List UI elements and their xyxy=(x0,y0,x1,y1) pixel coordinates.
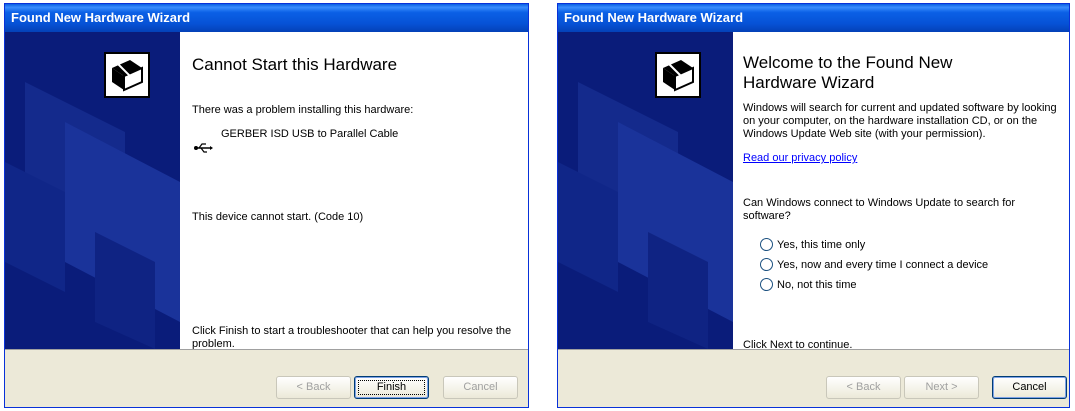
wizard-window-cannot-start: Found New Hardware Wizard Cannot Start t… xyxy=(4,3,529,408)
privacy-policy-link[interactable]: Read our privacy policy xyxy=(743,152,857,165)
radio-option-this-time[interactable]: Yes, this time only xyxy=(760,238,865,251)
cancel-button[interactable]: Cancel xyxy=(443,376,518,399)
button-bar: < Back Next > Cancel xyxy=(558,350,1069,407)
back-button[interactable]: < Back xyxy=(826,376,901,399)
radio-circle[interactable] xyxy=(760,258,773,271)
next-button[interactable]: Next > xyxy=(904,376,979,399)
banner-graphic xyxy=(558,32,733,349)
status-text: This device cannot start. (Code 10) xyxy=(192,211,364,223)
wizard-content: Welcome to the Found New Hardware Wizard… xyxy=(733,32,1069,351)
problem-text: There was a problem installing this hard… xyxy=(192,104,414,116)
page-heading-line1: Welcome to the Found New xyxy=(743,53,953,72)
wizard-content: Cannot Start this Hardware There was a p… xyxy=(180,32,528,350)
radio-label: No, not this time xyxy=(777,278,857,291)
title-bar[interactable]: Found New Hardware Wizard xyxy=(558,4,1069,32)
radio-circle[interactable] xyxy=(760,278,773,291)
page-heading-line2: Hardware Wizard xyxy=(743,73,875,92)
intro-text: Windows will search for current and upda… xyxy=(743,102,1057,140)
hardware-wizard-icon xyxy=(104,52,150,98)
button-bar: < Back Finish Cancel xyxy=(5,350,528,407)
wizard-side-banner xyxy=(558,32,733,349)
instruction-text: Click Finish to start a troubleshooter t… xyxy=(192,325,512,350)
title-bar[interactable]: Found New Hardware Wizard xyxy=(5,4,528,32)
radio-label: Yes, now and every time I connect a devi… xyxy=(777,258,989,271)
wizard-window-welcome: Found New Hardware Wizard Welcome to the… xyxy=(557,3,1070,408)
hardware-wizard-icon xyxy=(655,52,701,98)
radio-label: Yes, this time only xyxy=(777,238,866,251)
cancel-button[interactable]: Cancel xyxy=(992,376,1067,399)
back-button[interactable]: < Back xyxy=(276,376,351,399)
finish-button[interactable]: Finish xyxy=(354,376,429,399)
radio-option-every-time[interactable]: Yes, now and every time I connect a devi… xyxy=(760,258,988,271)
question-text: Can Windows connect to Windows Update to… xyxy=(743,197,1016,222)
device-name: GERBER ISD USB to Parallel Cable xyxy=(221,128,399,140)
radio-circle[interactable] xyxy=(760,238,773,251)
usb-icon xyxy=(193,141,213,155)
page-heading: Cannot Start this Hardware xyxy=(192,55,398,74)
wizard-side-banner xyxy=(5,32,180,349)
banner-graphic xyxy=(5,32,180,349)
radio-option-not-this-time[interactable]: No, not this time xyxy=(760,278,856,291)
